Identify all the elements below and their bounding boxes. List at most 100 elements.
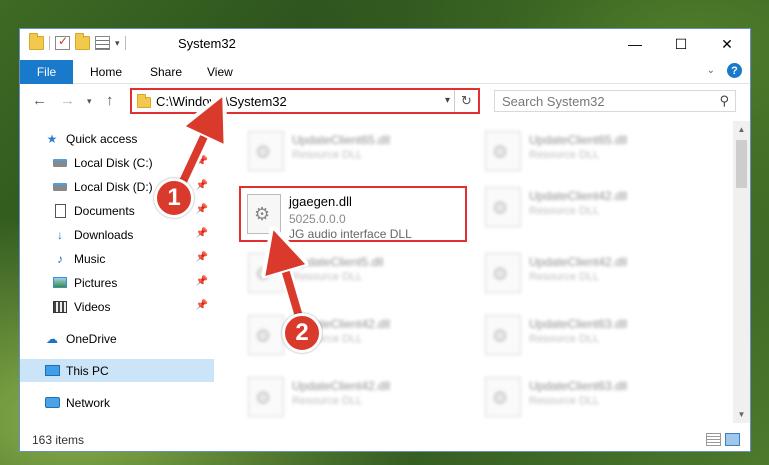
- customize-toolbar-dropdown-icon[interactable]: ▾: [115, 38, 120, 49]
- file-tile[interactable]: UpdateClient42.dll Resource DLL: [242, 309, 452, 357]
- expand-ribbon-chevron-icon[interactable]: ⌄: [707, 65, 715, 76]
- separator: [49, 36, 50, 50]
- recent-locations-dropdown-icon[interactable]: ▾: [87, 96, 92, 107]
- search-icon[interactable]: ⚲: [719, 93, 729, 109]
- back-arrow-icon[interactable]: ←: [32, 92, 47, 109]
- file-version: 5025.0.0.0: [289, 212, 346, 226]
- tab-home[interactable]: Home: [90, 65, 122, 79]
- dll-file-icon: [485, 131, 521, 171]
- address-dropdown-icon[interactable]: ▾: [445, 95, 450, 106]
- file-name: UpdateClient63.dll: [529, 379, 628, 393]
- ribbon-tabs: File Home Share View ⌄ ?: [20, 59, 750, 84]
- file-type: Resource DLL: [529, 271, 600, 283]
- sidebar-item-label: Local Disk (C:): [74, 155, 153, 170]
- file-tile[interactable]: UpdateClient63.dll Resource DLL: [479, 371, 689, 419]
- annotation-marker-1: 1: [154, 178, 194, 218]
- sidebar-item-quick-access[interactable]: ★ Quick access: [20, 127, 214, 150]
- dll-file-icon: [248, 377, 284, 417]
- up-arrow-icon[interactable]: ↑: [106, 92, 114, 109]
- sidebar-item-this-pc[interactable]: This PC: [20, 359, 214, 382]
- drive-icon: [52, 156, 68, 170]
- drive-icon: [52, 180, 68, 194]
- sidebar-item-downloads[interactable]: ↓ Downloads 📌: [20, 223, 214, 246]
- ribbon-right-controls: ⌄ ?: [707, 63, 742, 78]
- sidebar-item-music[interactable]: ♪ Music 📌: [20, 247, 214, 270]
- sidebar-item-local-disk-c[interactable]: Local Disk (C:) 📌: [20, 151, 214, 174]
- details-view-icon[interactable]: [706, 433, 721, 446]
- file-tile[interactable]: UpdateClient65.dll Resource DLL: [479, 125, 689, 173]
- file-tile[interactable]: UpdateClient65.dll Resource DLL: [242, 125, 452, 173]
- pin-icon[interactable]: 📌: [196, 156, 208, 167]
- sidebar-item-onedrive[interactable]: ☁ OneDrive: [20, 327, 214, 350]
- vertical-scrollbar[interactable]: ▲ ▼: [733, 121, 750, 423]
- new-folder-icon[interactable]: [75, 33, 90, 50]
- tab-view[interactable]: View: [207, 65, 233, 79]
- sidebar-item-videos[interactable]: Videos 📌: [20, 295, 214, 318]
- window-title: System32: [178, 36, 236, 51]
- view-options-icon[interactable]: [95, 36, 110, 50]
- pin-icon[interactable]: 📌: [196, 252, 208, 263]
- sidebar-item-label: Music: [74, 251, 106, 266]
- tab-file[interactable]: File: [20, 60, 73, 84]
- pin-icon[interactable]: 📌: [196, 204, 208, 215]
- view-switcher: [706, 433, 740, 446]
- scroll-up-icon[interactable]: ▲: [733, 121, 750, 138]
- pin-icon[interactable]: 📌: [196, 180, 208, 191]
- sidebar-item-label: Quick access: [66, 131, 138, 146]
- pin-icon[interactable]: 📌: [196, 300, 208, 311]
- file-tile[interactable]: UpdateClient63.dll Resource DLL: [479, 309, 689, 357]
- file-name: jgaegen.dll: [289, 194, 352, 209]
- file-name: UpdateClient65.dll: [292, 133, 391, 147]
- music-icon: ♪: [57, 251, 63, 266]
- quick-access-toolbar: ▾: [29, 33, 126, 50]
- close-button[interactable]: ✕: [704, 29, 750, 59]
- file-type: Resource DLL: [529, 149, 600, 161]
- dll-file-icon: [247, 194, 281, 234]
- file-list: UpdateClient65.dll Resource DLL UpdateCl…: [234, 121, 731, 423]
- file-name: UpdateClient42.dll: [529, 255, 628, 269]
- file-type: Resource DLL: [292, 271, 363, 283]
- separator: [124, 36, 126, 50]
- large-icons-view-icon[interactable]: [725, 433, 740, 446]
- file-name: UpdateClient65.dll: [529, 133, 628, 147]
- address-folder-icon: [137, 94, 151, 108]
- file-type: Resource DLL: [529, 395, 600, 407]
- search-placeholder[interactable]: Search System32: [502, 94, 605, 109]
- status-bar: 163 items: [20, 429, 750, 451]
- properties-check-icon[interactable]: [55, 34, 70, 50]
- file-tile[interactable]: UpdateClient42.dll Resource DLL: [479, 181, 689, 229]
- file-description: JG audio interface DLL: [289, 227, 412, 241]
- navigation-bar: ← → ▾ ↑ C:\Windows\System32 ▾ ↻ Search S…: [20, 85, 750, 117]
- sidebar-item-label: Network: [66, 395, 111, 410]
- sidebar-item-pictures[interactable]: Pictures 📌: [20, 271, 214, 294]
- star-icon: ★: [46, 131, 58, 146]
- sidebar-item-network[interactable]: Network: [20, 391, 214, 414]
- window-controls: — ☐ ✕: [612, 29, 750, 59]
- forward-arrow-icon[interactable]: →: [60, 92, 75, 109]
- dll-file-icon: [485, 253, 521, 293]
- scroll-thumb[interactable]: [736, 140, 747, 188]
- onedrive-icon: ☁: [46, 331, 58, 346]
- file-tile[interactable]: UpdateClient42.dll Resource DLL: [479, 247, 689, 295]
- downloads-icon: ↓: [57, 227, 63, 242]
- file-explorer-window: ▾ System32 — ☐ ✕ File Home Share View ⌄ …: [19, 28, 751, 452]
- pin-icon[interactable]: 📌: [196, 228, 208, 239]
- scroll-down-icon[interactable]: ▼: [733, 406, 750, 423]
- refresh-icon[interactable]: ↻: [454, 90, 478, 112]
- help-icon[interactable]: ?: [727, 63, 742, 78]
- title-bar: ▾ System32 — ☐ ✕: [20, 29, 750, 59]
- sidebar-item-label: OneDrive: [66, 331, 117, 346]
- file-tile[interactable]: UpdateClient42.dll Resource DLL: [242, 371, 452, 419]
- file-name: UpdateClient42.dll: [292, 379, 391, 393]
- address-path[interactable]: C:\Windows\System32: [156, 94, 287, 109]
- minimize-button[interactable]: —: [612, 29, 658, 59]
- highlighted-file-tile[interactable]: jgaegen.dll 5025.0.0.0 JG audio interfac…: [239, 186, 467, 242]
- file-tile[interactable]: UpdateClient5.dll Resource DLL: [242, 247, 452, 295]
- maximize-button[interactable]: ☐: [658, 29, 704, 59]
- file-type: Resource DLL: [529, 205, 600, 217]
- file-name: UpdateClient42.dll: [529, 189, 628, 203]
- address-bar[interactable]: C:\Windows\System32 ▾ ↻: [130, 88, 480, 114]
- pin-icon[interactable]: 📌: [196, 276, 208, 287]
- tab-share[interactable]: Share: [150, 65, 182, 79]
- search-box[interactable]: Search System32 ⚲: [494, 90, 736, 112]
